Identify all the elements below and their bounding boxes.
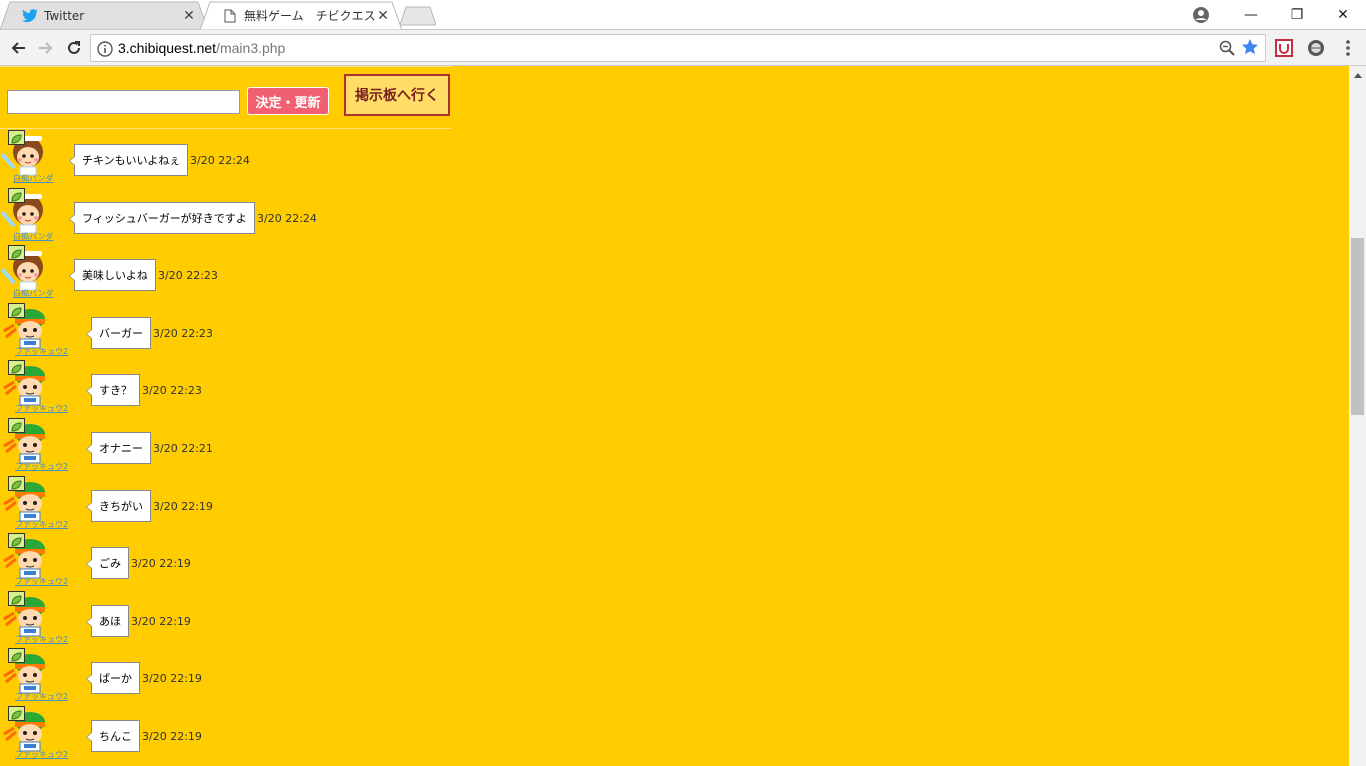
divider <box>0 66 452 67</box>
go-to-board-button[interactable]: 掲示板へ行く <box>344 74 450 116</box>
url-host: 3.chibiquest.net <box>118 40 217 56</box>
scroll-up-arrow-icon[interactable] <box>1349 66 1366 83</box>
extension-globe-icon[interactable] <box>1306 38 1326 58</box>
chat-message-row: ファッキュウ2 すき？ 3/20 22:23 <box>0 360 460 418</box>
arrow-left-icon <box>11 42 25 54</box>
profile-icon[interactable] <box>1192 6 1210 24</box>
chat-message-row: ファッキュウ2 ちんこ 3/20 22:19 <box>0 706 460 764</box>
message-bubble: バーガー <box>86 316 151 349</box>
message-bubble: チキンもいいよねぇ <box>68 144 189 176</box>
message-bubble: 美味しいよね <box>69 259 156 292</box>
message-bubble: すき？ <box>86 374 140 407</box>
username-link[interactable]: 白痴パンダ <box>13 288 53 299</box>
message-timestamp: 3/20 22:23 <box>153 326 213 340</box>
chat-message-row: 白痴パンダ 美味しいよね 3/20 22:23 <box>0 245 460 303</box>
message-bubble: きちがい <box>86 489 151 522</box>
tab-chibiquest[interactable]: 無料ゲーム チビクエスト３ ✕ <box>200 1 402 30</box>
message-bubble: オナニー <box>86 432 151 464</box>
address-bar[interactable]: 3.chibiquest.net/main3.php <box>90 34 1266 62</box>
submit-update-button[interactable]: 決定・更新 <box>247 87 329 115</box>
menu-dots-icon[interactable] <box>1338 38 1358 58</box>
extension-icon[interactable] <box>1274 38 1294 58</box>
message-timestamp: 3/20 22:19 <box>153 499 213 513</box>
level-badge-icon <box>8 187 25 203</box>
tab-strip: Twitter ✕ 無料ゲーム チビクエスト３ ✕ — ❐ ✕ <box>0 0 1366 30</box>
arrow-right-icon <box>39 42 53 54</box>
minimize-button[interactable]: — <box>1228 0 1274 30</box>
username-link[interactable]: ファッキュウ2 <box>15 576 68 587</box>
close-icon[interactable]: ✕ <box>182 9 196 23</box>
username-link[interactable]: ファッキュウ2 <box>15 346 68 357</box>
message-bubble: フィッシュバーガーが好きですよ <box>69 201 255 234</box>
level-badge-icon <box>8 475 25 491</box>
zoom-icon[interactable] <box>1219 40 1235 56</box>
new-tab-button[interactable] <box>400 6 436 26</box>
message-timestamp: 3/20 22:21 <box>153 442 213 455</box>
message-timestamp: 3/20 22:19 <box>142 730 202 743</box>
page-icon <box>222 8 238 24</box>
message-timestamp: 3/20 22:23 <box>158 269 218 283</box>
reload-button[interactable] <box>63 37 85 59</box>
username-link[interactable]: ファッキュウ2 <box>15 403 68 414</box>
close-window-button[interactable]: ✕ <box>1320 0 1366 30</box>
vertical-scrollbar[interactable] <box>1349 66 1366 766</box>
message-timestamp: 3/20 22:19 <box>131 614 191 628</box>
username-link[interactable]: 白痴パンダ <box>13 231 53 242</box>
chat-message-row: 白痴パンダ フィッシュバーガーが好きですよ 3/20 22:24 <box>0 187 460 246</box>
chat-message-row: ファッキュウ2 あほ 3/20 22:19 <box>0 590 460 649</box>
tab-title: 無料ゲーム チビクエスト３ <box>244 9 376 23</box>
message-input[interactable] <box>7 90 240 114</box>
close-icon[interactable]: ✕ <box>376 9 390 23</box>
twitter-bird-icon <box>22 8 38 24</box>
message-timestamp: 3/20 22:24 <box>257 211 317 225</box>
chat-message-row: ファッキュウ2 きちがい 3/20 22:19 <box>0 475 460 534</box>
back-button[interactable] <box>7 37 29 59</box>
level-badge-icon <box>8 648 25 664</box>
chat-message-row: ファッキュウ2 ばーか 3/20 22:19 <box>0 648 460 706</box>
info-icon[interactable] <box>97 41 113 57</box>
level-badge-icon <box>8 130 25 145</box>
level-badge-icon <box>8 533 25 549</box>
username-link[interactable]: 白痴パンダ <box>13 173 53 184</box>
chat-message-row: 白痴パンダ チキンもいいよねぇ 3/20 22:24 <box>0 130 460 188</box>
chat-message-row: ファッキュウ2 ごみ 3/20 22:19 <box>0 533 460 591</box>
level-badge-icon <box>8 302 25 318</box>
reload-icon <box>68 41 80 54</box>
level-badge-icon <box>8 590 25 606</box>
browser-toolbar: 3.chibiquest.net/main3.php <box>0 30 1366 66</box>
restore-button[interactable]: ❐ <box>1274 0 1320 30</box>
message-timestamp: 3/20 22:19 <box>131 557 191 571</box>
level-badge-icon <box>8 245 25 261</box>
level-badge-icon <box>8 706 25 721</box>
username-link[interactable]: ファッキュウ2 <box>15 519 68 530</box>
message-timestamp: 3/20 22:23 <box>142 384 202 398</box>
tab-twitter[interactable]: Twitter ✕ <box>0 1 208 30</box>
forward-button[interactable] <box>35 37 57 59</box>
username-link[interactable]: ファッキュウ2 <box>15 461 68 472</box>
url-path: /main3.php <box>216 40 286 56</box>
message-bubble: ごみ <box>86 547 129 580</box>
message-bubble: ばーか <box>86 662 140 695</box>
message-bubble: ちんこ <box>86 720 140 752</box>
level-badge-icon <box>8 418 25 433</box>
divider <box>0 128 452 129</box>
chat-message-row: ファッキュウ2 オナニー 3/20 22:21 <box>0 418 460 476</box>
level-badge-icon <box>8 360 25 376</box>
bookmark-star-icon[interactable] <box>1241 38 1259 56</box>
tab-title: Twitter <box>44 8 85 23</box>
username-link[interactable]: ファッキュウ2 <box>15 634 68 645</box>
url-text: 3.chibiquest.net/main3.php <box>118 40 285 56</box>
message-timestamp: 3/20 22:19 <box>142 672 202 686</box>
page-content: 決定・更新 掲示板へ行く 白痴パンダ チキンもいいよねぇ 3/20 22:24 白痴パ… <box>0 66 1349 766</box>
scroll-thumb[interactable] <box>1351 238 1364 415</box>
chat-message-row: ファッキュウ2 バーガー 3/20 22:23 <box>0 302 460 361</box>
message-bubble: あほ <box>86 604 129 637</box>
username-link[interactable]: ファッキュウ2 <box>15 749 68 760</box>
message-timestamp: 3/20 22:24 <box>190 154 250 167</box>
username-link[interactable]: ファッキュウ2 <box>15 691 68 702</box>
